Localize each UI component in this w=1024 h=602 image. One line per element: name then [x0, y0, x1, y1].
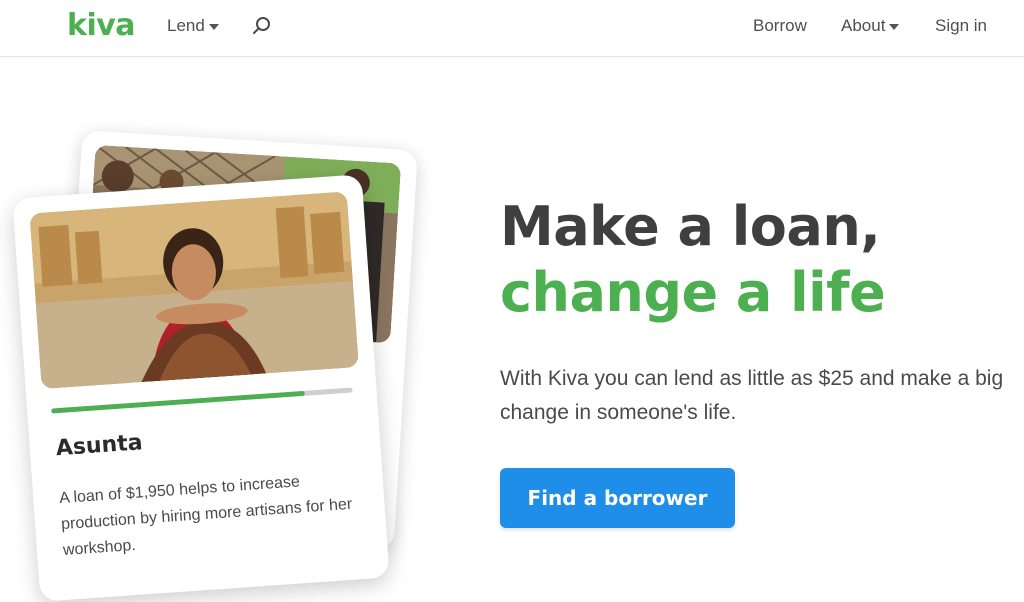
funding-progress-fill — [51, 390, 305, 414]
chevron-down-icon — [889, 24, 900, 30]
nav-signin-link[interactable]: Sign in — [935, 16, 987, 36]
top-nav-bar: kiva Lend Borrow About Sign in — [0, 0, 1024, 57]
nav-about-menu[interactable]: About — [841, 16, 900, 36]
find-borrower-button[interactable]: Find a borrower — [500, 468, 735, 528]
search-icon — [253, 17, 270, 34]
borrower-photo — [29, 191, 359, 390]
search-button[interactable] — [250, 14, 274, 38]
featured-loan-card[interactable]: Asunta A loan of $1,950 helps to increas… — [12, 174, 390, 602]
chevron-down-icon — [208, 24, 219, 30]
loan-description: A loan of $1,950 helps to increase produ… — [58, 473, 353, 560]
hero-headline: Make a loan, change a life — [500, 194, 886, 326]
hero-subtext: With Kiva you can lend as little as $25 … — [500, 367, 1004, 424]
funding-progress-bar — [51, 387, 353, 414]
nav-signin-label: Sign in — [935, 16, 987, 35]
nav-borrow-label: Borrow — [753, 16, 807, 35]
hero-headline-line1: Make a loan, — [500, 195, 881, 258]
borrower-name[interactable]: Asunta — [55, 430, 143, 461]
kiva-logo[interactable]: kiva — [67, 8, 136, 43]
nav-about-label: About — [841, 16, 886, 35]
hero-headline-line2: change a life — [500, 261, 886, 324]
nav-borrow-link[interactable]: Borrow — [753, 16, 807, 36]
nav-lend-label: Lend — [167, 16, 205, 35]
nav-lend-menu[interactable]: Lend — [167, 16, 219, 36]
